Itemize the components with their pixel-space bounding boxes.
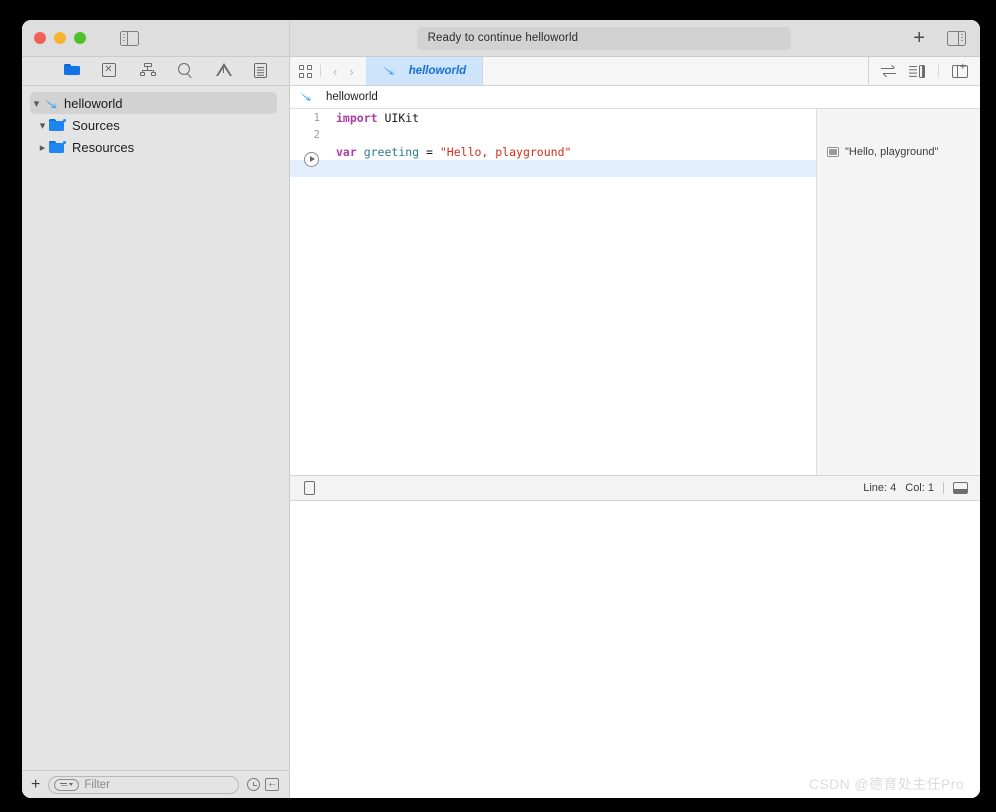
editor-tab-bar-actions xyxy=(869,57,980,85)
project-tree: helloworld Sources Resources xyxy=(22,86,289,770)
navigator-tab-find[interactable] xyxy=(177,63,194,79)
run-playground-button[interactable] xyxy=(304,151,319,167)
add-file-button[interactable]: + xyxy=(31,776,40,793)
code-line: 2 xyxy=(290,126,816,143)
navigator-tab-source-control[interactable]: ✕ xyxy=(101,63,118,79)
minimize-button[interactable] xyxy=(54,32,66,44)
token-plain: = xyxy=(419,144,440,159)
line-number xyxy=(290,151,328,187)
window-body: ✕ ▾ helloworld ▾ Sources ▸ Resources + F… xyxy=(22,57,980,798)
breadcrumb: helloworld xyxy=(326,91,378,103)
folder-icon xyxy=(49,118,66,132)
activity-status-field: Ready to continue helloworld xyxy=(416,26,791,50)
token-string: "Hello, playground" xyxy=(439,144,572,159)
forward-button[interactable]: › xyxy=(349,65,353,78)
tab-overview-button[interactable] xyxy=(290,57,320,85)
title-bar: Ready to continue helloworld + xyxy=(22,20,980,57)
column-indicator: Col: 1 xyxy=(905,481,934,494)
divider xyxy=(943,481,944,494)
quick-look-icon[interactable] xyxy=(827,146,839,157)
tree-item-label: Resources xyxy=(72,139,135,155)
report-icon xyxy=(253,63,267,78)
tree-item-sources[interactable]: Sources xyxy=(22,114,289,136)
filter-scope-icon[interactable] xyxy=(54,778,80,791)
code-line-current xyxy=(290,151,816,177)
tree-item-label: Sources xyxy=(72,117,120,133)
token-identifier: greeting xyxy=(363,144,420,159)
navigator-toggle-icon[interactable] xyxy=(120,30,139,46)
title-bar-right: Ready to continue helloworld + xyxy=(290,20,980,56)
folder-icon xyxy=(49,140,66,154)
navigator-tab-symbols[interactable] xyxy=(139,63,156,79)
editor-tab-bar: ‹ › helloworld xyxy=(290,57,980,86)
filter-placeholder: Filter xyxy=(84,778,110,791)
debug-console-area[interactable] xyxy=(290,500,980,798)
folder-icon xyxy=(63,63,80,75)
navigator-panel: ✕ ▾ helloworld ▾ Sources ▸ Resources + F… xyxy=(22,57,290,798)
swift-playground-icon xyxy=(43,96,58,111)
close-button[interactable] xyxy=(34,32,46,44)
back-button[interactable]: ‹ xyxy=(333,65,337,78)
zoom-button[interactable] xyxy=(74,32,86,44)
editor-status-bar: Line: 4 Col: 1 xyxy=(290,474,980,501)
navigator-tab-project[interactable] xyxy=(63,63,80,79)
line-number: 2 xyxy=(313,128,320,141)
code-text: import UIKit xyxy=(328,111,419,125)
tab-bar-filler xyxy=(483,57,869,85)
navigator-filter-bar: + Filter +- xyxy=(22,770,289,798)
xcode-window: Ready to continue helloworld + ✕ ▾ hello… xyxy=(22,20,980,798)
code-line: 1 import UIKit xyxy=(290,109,816,126)
tree-item-helloworld[interactable]: helloworld xyxy=(30,92,277,114)
result-row[interactable]: "Hello, playground" xyxy=(817,143,980,160)
line-number: 1 xyxy=(313,111,320,124)
swift-playground-icon xyxy=(299,90,314,105)
line-indicator: Line: 4 xyxy=(863,481,897,494)
disclosure-triangle-icon[interactable] xyxy=(36,141,49,154)
navigator-tab-issues[interactable] xyxy=(215,63,232,79)
tree-item-label: helloworld xyxy=(64,95,123,111)
token-keyword: import xyxy=(336,110,385,125)
navigation-arrows: ‹ › xyxy=(321,57,366,85)
warning-icon xyxy=(215,63,232,77)
source-control-icon: ✕ xyxy=(101,63,116,77)
status-bar-right: Line: 4 Col: 1 xyxy=(863,481,968,494)
stop-icon[interactable] xyxy=(304,480,315,495)
navigator-tab-reports[interactable] xyxy=(253,63,270,79)
swift-playground-icon xyxy=(382,64,397,79)
add-editor-icon[interactable] xyxy=(952,62,968,78)
result-value: "Hello, playground" xyxy=(845,145,939,158)
filter-input[interactable]: Filter xyxy=(48,775,239,794)
traffic-lights xyxy=(34,32,86,44)
hierarchy-icon xyxy=(139,63,156,76)
tree-item-resources[interactable]: Resources xyxy=(22,136,289,158)
editor-area: 1 import UIKit 2 var greeting = "Hello, … xyxy=(290,109,980,475)
token-plain: UIKit xyxy=(384,110,420,125)
jump-bar[interactable]: helloworld xyxy=(290,86,980,109)
code-text: var greeting = "Hello, playground" xyxy=(328,145,571,159)
results-sidebar: "Hello, playground" xyxy=(816,109,980,475)
navigator-tab-bar: ✕ xyxy=(22,57,289,86)
add-button[interactable]: + xyxy=(905,28,933,48)
adjust-editor-icon[interactable] xyxy=(881,65,896,78)
editor-column: ‹ › helloworld + helloworld 1 import UIK… xyxy=(290,57,980,798)
clock-icon[interactable] xyxy=(247,778,260,791)
expand-collapse-icon[interactable]: +- xyxy=(265,778,279,791)
inspector-toggle-icon[interactable] xyxy=(947,30,966,46)
disclosure-triangle-icon[interactable] xyxy=(36,119,49,132)
tab-helloworld[interactable]: helloworld xyxy=(365,57,484,85)
tab-overview-icon xyxy=(298,64,312,78)
code-line: var greeting = "Hello, playground" xyxy=(290,143,816,160)
title-bar-left xyxy=(22,20,290,56)
search-icon xyxy=(177,63,193,78)
console-toggle-icon[interactable] xyxy=(953,481,968,494)
disclosure-triangle-icon[interactable] xyxy=(30,97,43,110)
filter-bar-icons: +- xyxy=(247,778,279,791)
editor-options-icon[interactable] xyxy=(909,64,925,78)
token-keyword: var xyxy=(336,144,364,159)
tab-label: helloworld xyxy=(408,65,467,77)
code-editor[interactable]: 1 import UIKit 2 var greeting = "Hello, … xyxy=(290,109,816,475)
